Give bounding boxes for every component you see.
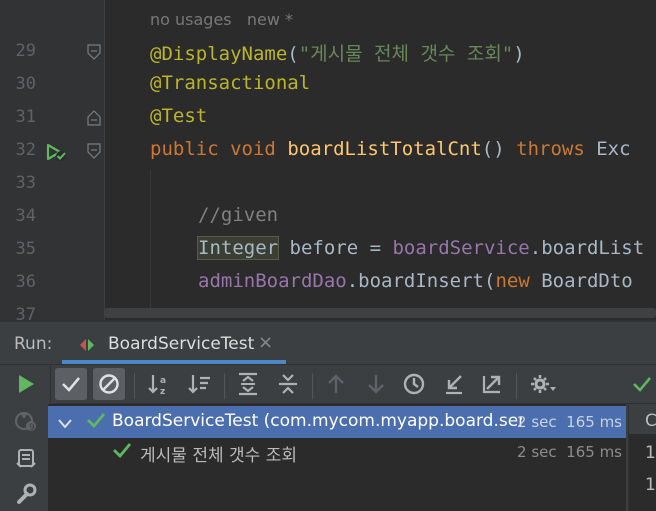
test-history-icon[interactable]: [400, 370, 428, 398]
code-text: .boardInsert(: [346, 270, 496, 292]
line-number: 33: [15, 173, 36, 193]
comment: //given: [198, 204, 279, 226]
svg-text:9: 9: [29, 423, 35, 433]
test-method-name: 게시물 전체 갯수 조회: [140, 446, 297, 466]
active-tab-indicator: [62, 360, 286, 364]
code-editor[interactable]: no usages new * 29 30 31 32 33 34 35 36 …: [0, 0, 656, 320]
keyword: new: [495, 270, 530, 292]
code-line-30[interactable]: @Transactional: [150, 72, 310, 94]
test-duration: 2 sec 165 ms: [517, 443, 622, 461]
code-line-34[interactable]: //given: [198, 204, 278, 226]
export-tests-icon[interactable]: [478, 370, 506, 398]
run-tool-window: Run: BoardServiceTest × 9 a z BoardServi…: [0, 320, 656, 511]
run-test-passed-icon[interactable]: [45, 142, 67, 166]
tests-passed-check-icon: [628, 370, 656, 398]
rerun-icon[interactable]: [14, 372, 38, 396]
parens: (): [481, 138, 505, 160]
horizontal-scrollbar[interactable]: [104, 308, 656, 318]
gutter-divider: [104, 0, 105, 320]
tree-row-test-class[interactable]: BoardServiceTest (com.mycom.myapp.board.…: [48, 406, 626, 438]
toggle-auto-test-icon[interactable]: [13, 445, 39, 471]
line-number: 29: [15, 41, 36, 61]
usage-hint[interactable]: no usages new *: [150, 10, 293, 29]
code-line-36[interactable]: adminBoardDao.boardInsert(new BoardDto: [198, 270, 633, 292]
field-reference: boardService: [392, 237, 530, 259]
show-ignored-icon[interactable]: [93, 368, 125, 400]
run-header: Run: BoardServiceTest ×: [0, 322, 656, 365]
keyword: public: [150, 138, 219, 160]
console-text: 1: [645, 475, 656, 495]
code-line-31[interactable]: @Test: [150, 105, 207, 127]
line-number: 35: [15, 239, 36, 259]
run-label: Run:: [14, 334, 53, 354]
svg-text:a: a: [160, 376, 166, 386]
code-line-32[interactable]: public void boardListTotalCnt() throws E…: [150, 138, 631, 160]
line-number: 30: [15, 74, 36, 94]
test-duration: 2 sec 165 ms: [517, 413, 622, 431]
wrench-icon[interactable]: [13, 481, 39, 507]
annotation: @Test: [150, 105, 208, 127]
fold-start-icon[interactable]: [87, 143, 101, 159]
test-toolbar: az: [52, 365, 656, 404]
toolbar-separator: [312, 373, 313, 399]
keyword: throws: [516, 138, 585, 160]
keyword: void: [230, 138, 276, 160]
expand-all-icon[interactable]: [234, 370, 262, 398]
code-text: .boardList: [529, 237, 645, 259]
collapse-all-icon[interactable]: [274, 370, 302, 398]
line-number: 34: [15, 206, 36, 226]
previous-failed-icon[interactable]: [322, 370, 350, 398]
toolbar-separator: [134, 373, 135, 399]
passed-check-icon: [86, 412, 106, 433]
code-line-29[interactable]: @DisplayName("게시물 전체 갯수 조회"): [150, 39, 525, 66]
exception-type: Exc: [596, 138, 631, 160]
rerun-failed-icon[interactable]: 9: [13, 408, 39, 434]
code-text: before =: [278, 237, 393, 259]
field-reference: adminBoardDao: [198, 270, 347, 292]
toolbar-separator: [224, 373, 225, 399]
test-results-tree[interactable]: BoardServiceTest (com.mycom.myapp.board.…: [48, 404, 626, 511]
sort-by-duration-icon[interactable]: [186, 370, 214, 398]
close-icon[interactable]: ×: [258, 332, 273, 353]
tab-board-service-test[interactable]: BoardServiceTest ×: [62, 324, 286, 364]
console-text: 1: [645, 443, 656, 463]
chevron-down-icon[interactable]: [58, 414, 72, 434]
fold-start-icon[interactable]: [87, 44, 101, 60]
paren: (: [287, 43, 299, 65]
line-number: 36: [15, 272, 36, 292]
fold-end-icon[interactable]: [87, 110, 101, 126]
left-toolbar: 9: [0, 365, 51, 511]
console-text: C: [645, 411, 656, 431]
annotation: @Transactional: [150, 72, 311, 94]
method-name: boardListTotalCnt: [287, 138, 482, 160]
code-line-35[interactable]: Integer before = boardService.boardList: [196, 236, 645, 260]
annotation: @DisplayName: [150, 43, 288, 65]
show-passed-icon[interactable]: [55, 368, 87, 400]
type-name-highlighted: Integer: [196, 236, 280, 260]
string-literal: "게시물 전체 갯수 조회": [298, 43, 514, 65]
sort-alphabetically-icon[interactable]: az: [146, 370, 174, 398]
line-number: 37: [15, 305, 36, 320]
indent-guide: [150, 170, 151, 310]
code-text: BoardDto: [529, 270, 633, 292]
import-tests-icon[interactable]: [440, 370, 468, 398]
tree-row-test-method[interactable]: 게시물 전체 갯수 조회 2 sec 165 ms: [48, 436, 626, 468]
line-number: 31: [15, 107, 36, 127]
next-failed-icon[interactable]: [362, 370, 390, 398]
toolbar-separator: [516, 373, 517, 399]
test-class-name: BoardServiceTest (com.mycom.myapp.board.…: [112, 411, 522, 431]
line-number: 32: [15, 140, 36, 160]
paren: ): [513, 43, 525, 65]
console-output-pane[interactable]: C 1 1: [628, 404, 656, 511]
tab-label: BoardServiceTest: [108, 334, 255, 354]
test-config-icon: [78, 336, 96, 358]
passed-check-icon: [112, 442, 132, 463]
gear-icon[interactable]: [528, 370, 558, 398]
svg-text:z: z: [160, 387, 165, 396]
